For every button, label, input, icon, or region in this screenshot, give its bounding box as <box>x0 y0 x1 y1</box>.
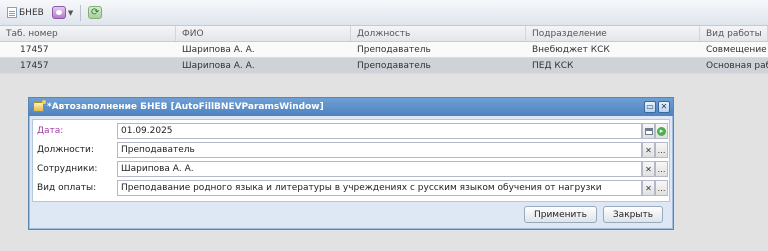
positions-label: Должности: <box>37 145 94 155</box>
bnev-button[interactable]: БНЕВ <box>5 4 46 22</box>
document-icon <box>7 7 17 18</box>
date-apply-trigger[interactable]: ▸ <box>655 123 668 139</box>
date-picker-trigger[interactable] <box>642 123 655 139</box>
cell-position: Преподаватель <box>357 44 431 55</box>
payment-row: Вид оплаты: Преподавание родного языка и… <box>33 179 669 197</box>
toolbar-separator <box>80 4 82 21</box>
window-header[interactable]: *Автозаполнение БНЕВ [AutoFillBNEVParams… <box>29 98 673 116</box>
window-controls: ▭ ✕ <box>644 101 670 113</box>
cell-fio: Шарипова А. А. <box>182 44 255 55</box>
employees-label: Сотрудники: <box>37 164 98 174</box>
window-footer: Применить Закрыть <box>523 206 663 223</box>
employees-select-button[interactable]: … <box>655 161 668 177</box>
settings-dropdown-button[interactable]: ▼ <box>50 4 75 22</box>
cell-work-type: Совмещение <box>706 44 767 55</box>
clear-icon: ✕ <box>645 183 652 193</box>
form-panel: Дата: 01.09.2025 ▸ Должности: Преподават… <box>32 119 670 202</box>
cell-fio: Шарипова А. А. <box>182 60 255 71</box>
bnev-button-label: БНЕВ <box>19 7 44 18</box>
autofill-window: *Автозаполнение БНЕВ [AutoFillBNEVParams… <box>28 97 674 230</box>
ellipsis-icon: … <box>657 164 666 174</box>
payment-select-button[interactable]: … <box>655 180 668 196</box>
refresh-icon: ⟳ <box>88 6 103 19</box>
date-field[interactable]: 01.09.2025 <box>117 123 642 139</box>
window-icon <box>33 100 46 112</box>
ellipsis-icon: … <box>657 183 666 193</box>
cell-tab-number: 17457 <box>20 44 49 55</box>
close-window-button[interactable]: Закрыть <box>602 206 663 223</box>
positions-field[interactable]: Преподаватель <box>117 142 642 158</box>
toolbar: БНЕВ ▼ ⟳ <box>0 0 768 26</box>
employees-clear-button[interactable]: ✕ <box>642 161 655 177</box>
positions-row: Должности: Преподаватель ✕ … <box>33 141 669 159</box>
go-icon: ▸ <box>657 126 666 136</box>
calendar-icon <box>644 127 653 135</box>
maximize-button[interactable]: ▭ <box>644 101 656 113</box>
cell-position: Преподаватель <box>357 60 431 71</box>
table-row[interactable]: 17457 Шарипова А. А. Преподаватель Внебю… <box>0 42 768 58</box>
cell-unit: Внебюджет КСК <box>532 44 610 55</box>
cell-tab-number: 17457 <box>20 60 49 71</box>
chevron-down-icon: ▼ <box>67 8 74 17</box>
payment-clear-button[interactable]: ✕ <box>642 180 655 196</box>
positions-clear-button[interactable]: ✕ <box>642 142 655 158</box>
grid-header: Таб. номер ФИО Должность Подразделение В… <box>0 26 768 42</box>
refresh-button[interactable]: ⟳ <box>86 4 104 22</box>
close-icon: ✕ <box>660 102 668 111</box>
payment-label: Вид оплаты: <box>37 183 97 193</box>
clear-icon: ✕ <box>645 145 652 155</box>
close-button[interactable]: ✕ <box>658 101 670 113</box>
column-header-tab-number[interactable]: Таб. номер <box>0 26 176 41</box>
positions-select-button[interactable]: … <box>655 142 668 158</box>
gear-icon <box>51 6 66 19</box>
window-title: *Автозаполнение БНЕВ [AutoFillBNEVParams… <box>47 102 324 112</box>
column-header-work-type[interactable]: Вид работы <box>700 26 768 41</box>
maximize-icon: ▭ <box>646 102 654 111</box>
ellipsis-icon: … <box>657 145 666 155</box>
cell-unit: ПЕД КСК <box>532 60 574 71</box>
employees-row: Сотрудники: Шарипова А. А. ✕ … <box>33 160 669 178</box>
cell-work-type: Основная работа <box>706 60 768 71</box>
date-label: Дата: <box>37 126 64 136</box>
table-row-selected[interactable]: 17457 Шарипова А. А. Преподаватель ПЕД К… <box>0 58 768 74</box>
date-row: Дата: 01.09.2025 ▸ <box>33 122 669 140</box>
column-header-unit[interactable]: Подразделение <box>526 26 700 41</box>
column-header-position[interactable]: Должность <box>351 26 526 41</box>
payment-field[interactable]: Преподавание родного языка и литературы … <box>117 180 642 196</box>
column-header-fio[interactable]: ФИО <box>176 26 351 41</box>
clear-icon: ✕ <box>645 164 652 174</box>
employees-field[interactable]: Шарипова А. А. <box>117 161 642 177</box>
apply-button[interactable]: Применить <box>523 206 597 223</box>
